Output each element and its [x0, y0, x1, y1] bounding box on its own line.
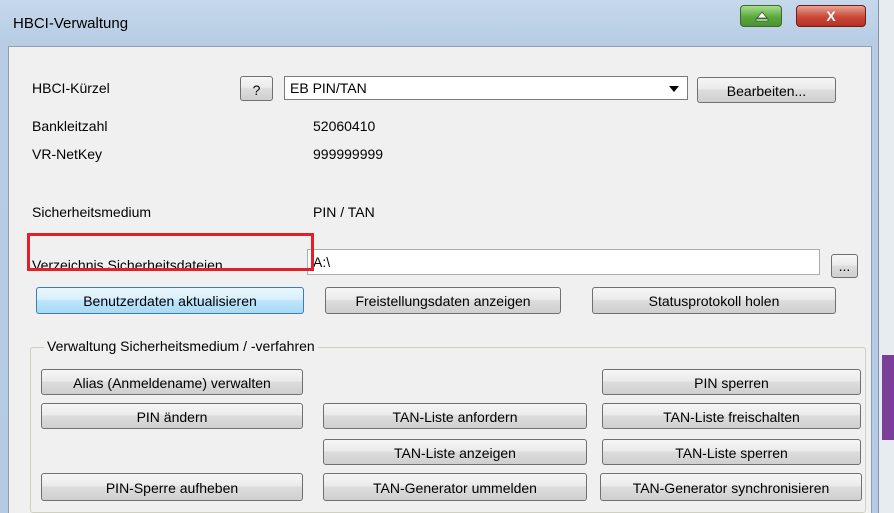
- fetch-status-log-button[interactable]: Statusprotokoll holen: [592, 287, 836, 314]
- close-button[interactable]: X: [796, 5, 866, 27]
- pin-change-button[interactable]: PIN ändern: [41, 403, 303, 429]
- desktop-background-accent: [882, 355, 894, 440]
- edit-button[interactable]: Bearbeiten...: [697, 77, 836, 103]
- blz-label: Bankleitzahl: [32, 118, 108, 134]
- dir-input[interactable]: A:\: [307, 249, 820, 275]
- tan-unlock-button[interactable]: TAN-Liste freischalten: [602, 403, 861, 429]
- update-user-data-button[interactable]: Benutzerdaten aktualisieren: [36, 287, 304, 314]
- help-button[interactable]: ?: [240, 76, 273, 101]
- alias-button[interactable]: Alias (Anmeldename) verwalten: [41, 369, 303, 395]
- medium-value: PIN / TAN: [313, 204, 375, 220]
- hbci-select-value: EB PIN/TAN: [290, 80, 367, 96]
- tan-generator-reregister-button[interactable]: TAN-Generator ummelden: [323, 473, 587, 501]
- hbci-select[interactable]: EB PIN/TAN: [284, 76, 688, 100]
- highlight-box: [27, 233, 314, 271]
- hbci-window: HBCI-Verwaltung X HBCI-Kürzel ? EB PIN/T…: [0, 0, 879, 513]
- tan-lock-button[interactable]: TAN-Liste sperren: [602, 439, 861, 465]
- close-icon: X: [826, 8, 836, 24]
- pin-lock-button[interactable]: PIN sperren: [602, 369, 861, 395]
- dir-input-value: A:\: [313, 254, 331, 270]
- pin-unblock-button[interactable]: PIN-Sperre aufheben: [41, 473, 303, 501]
- show-release-data-button[interactable]: Freistellungsdaten anzeigen: [325, 287, 561, 314]
- tan-generator-sync-button[interactable]: TAN-Generator synchronisieren: [600, 473, 862, 501]
- tan-show-button[interactable]: TAN-Liste anzeigen: [323, 439, 587, 465]
- group-title: Verwaltung Sicherheitsmedium / -verfahre…: [44, 338, 318, 354]
- netkey-label: VR-NetKey: [32, 146, 103, 162]
- medium-label: Sicherheitsmedium: [32, 204, 152, 220]
- chevron-down-icon: [669, 86, 679, 92]
- netkey-value: 999999999: [313, 146, 384, 162]
- minimize-icon: [755, 11, 769, 22]
- minimize-button[interactable]: [740, 5, 782, 27]
- tan-request-button[interactable]: TAN-Liste anfordern: [323, 403, 587, 429]
- blz-value: 52060410: [313, 118, 376, 134]
- browse-button[interactable]: ...: [831, 254, 858, 278]
- hbci-label: HBCI-Kürzel: [32, 80, 110, 96]
- window-title: HBCI-Verwaltung: [13, 15, 129, 32]
